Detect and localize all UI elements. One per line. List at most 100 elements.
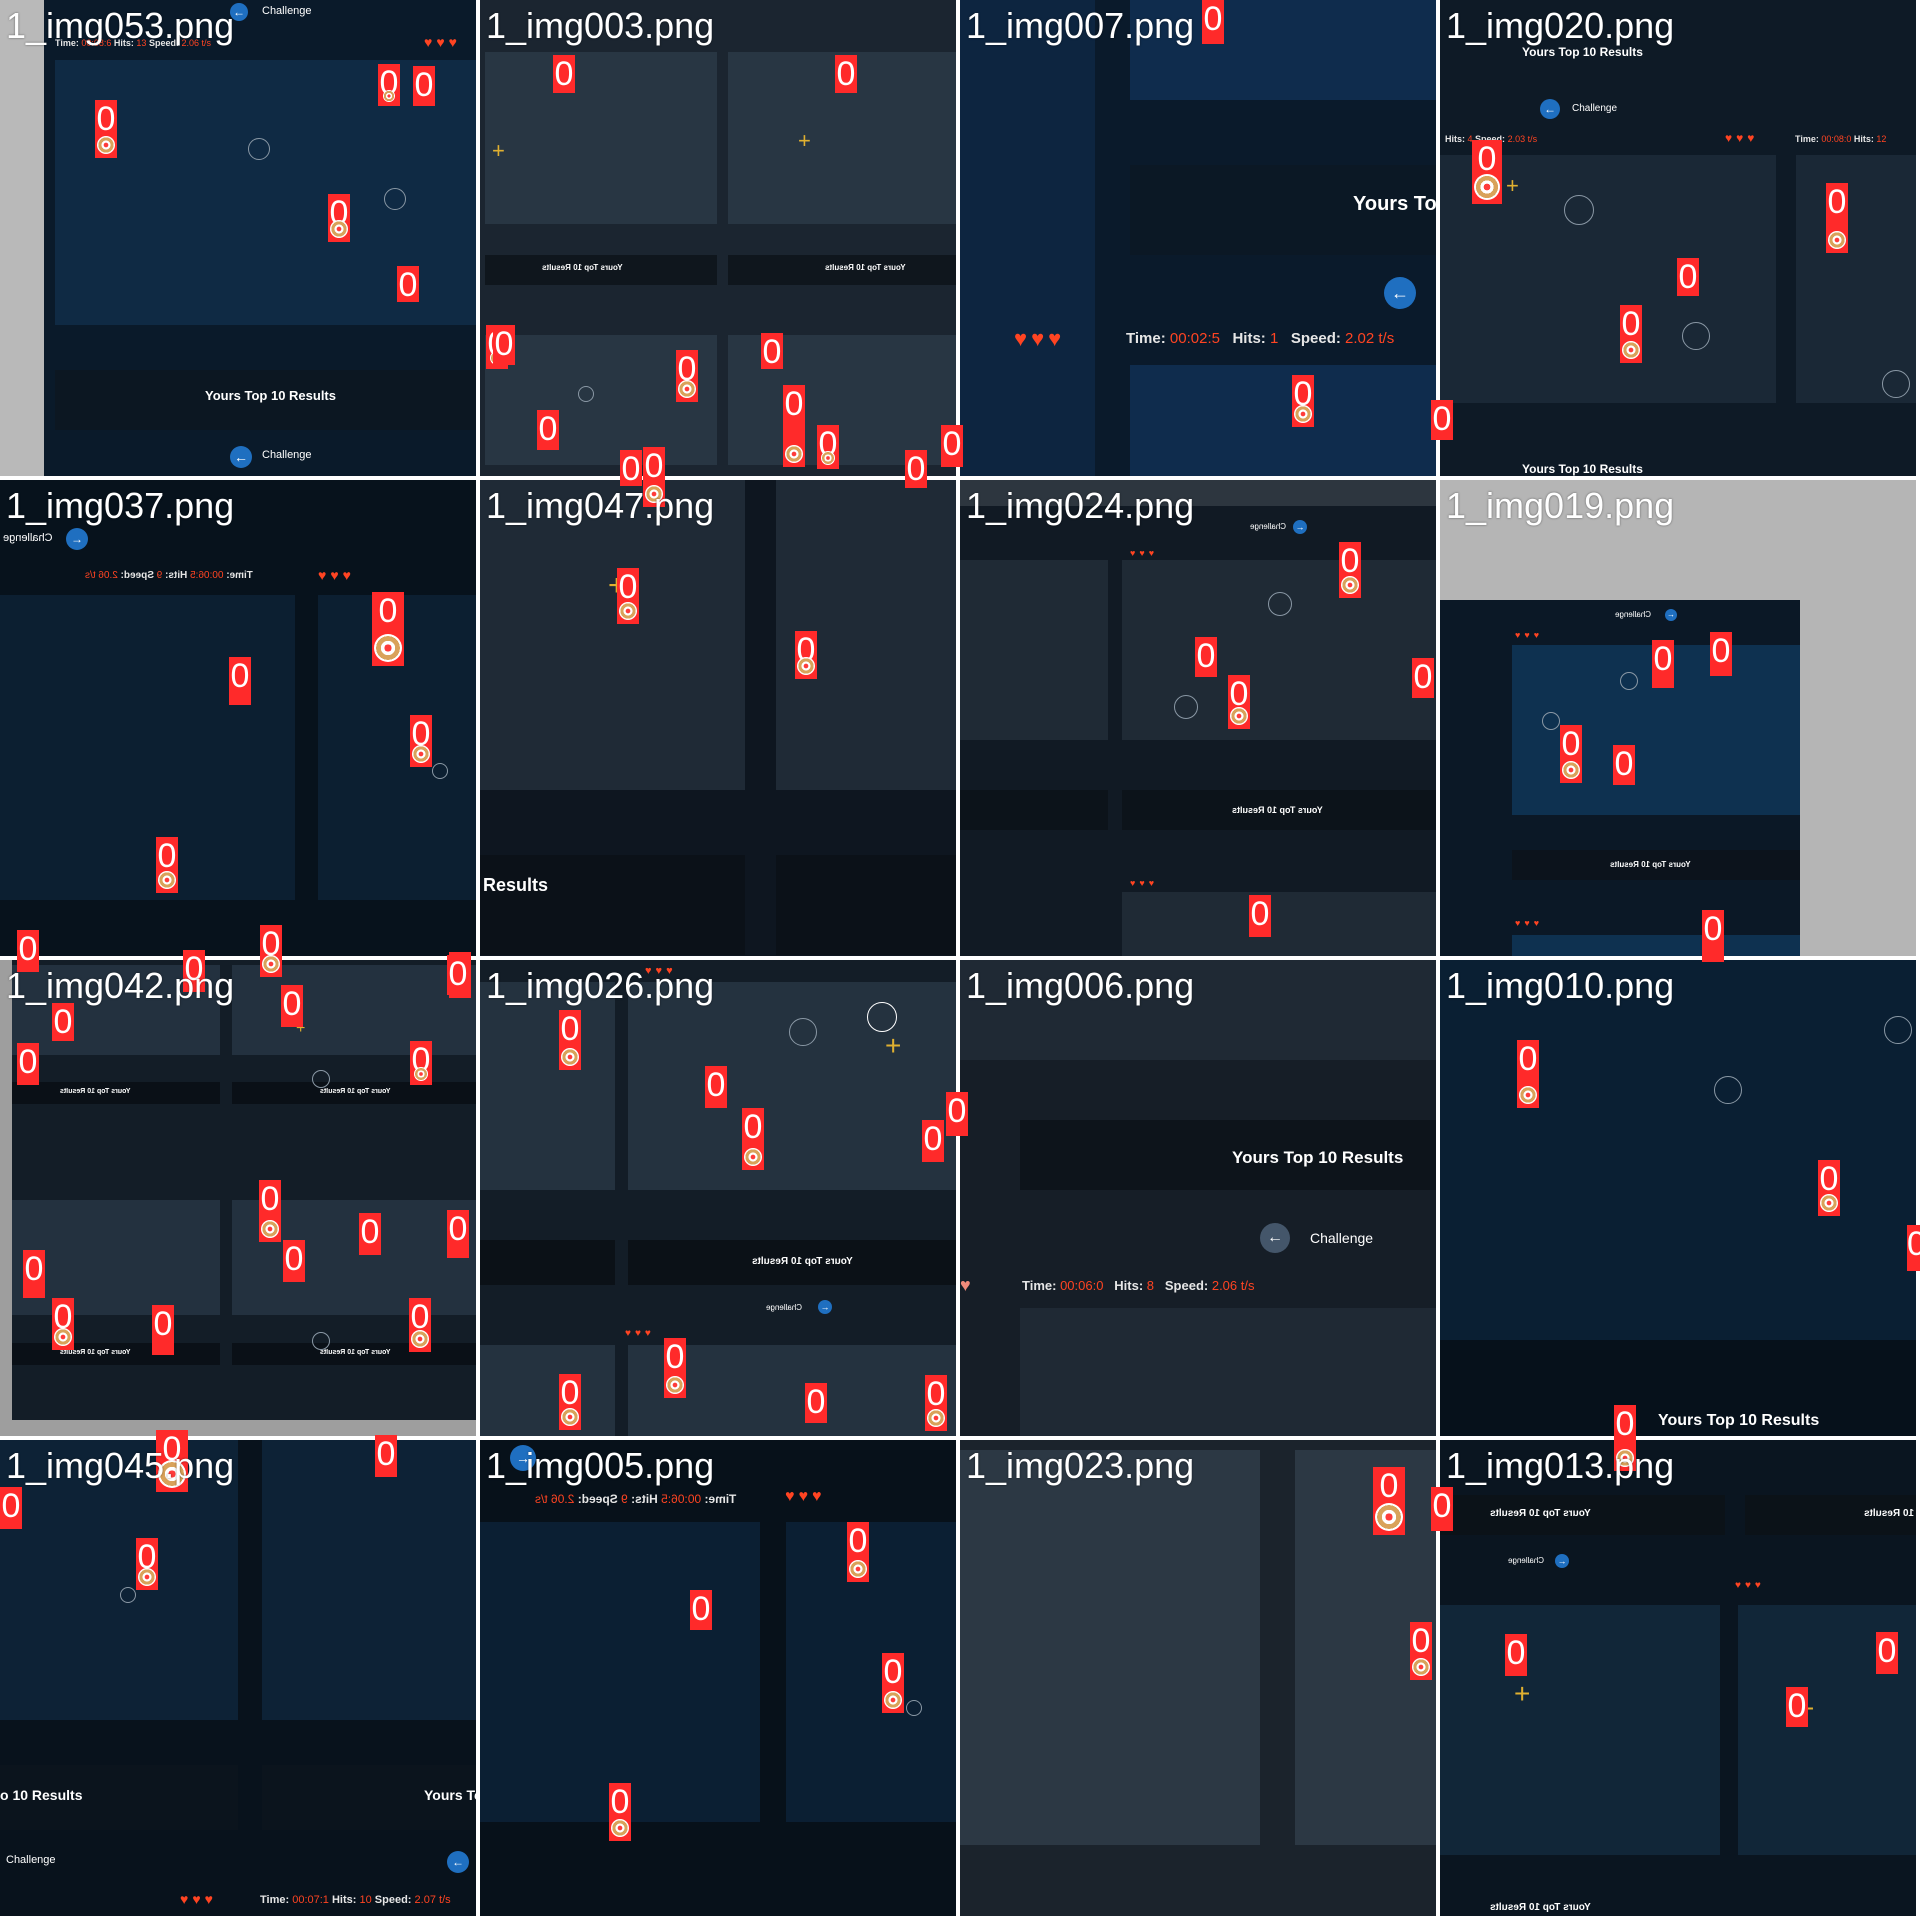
lives-hearts: ♥♥♥ xyxy=(1515,918,1544,928)
game-area xyxy=(1122,560,1436,740)
target-ring xyxy=(1882,370,1910,398)
results-title: Yours Top 10 Results xyxy=(1658,1412,1820,1429)
game-area xyxy=(728,52,956,224)
game-area xyxy=(728,335,956,465)
back-arrow-icon[interactable]: ← xyxy=(447,1851,469,1873)
game-area xyxy=(1020,1308,1436,1436)
tile-img023[interactable] xyxy=(960,1440,1436,1916)
back-arrow-icon[interactable]: → xyxy=(1555,1554,1569,1568)
back-arrow-icon[interactable]: → xyxy=(1293,520,1307,534)
target-ring xyxy=(1884,1016,1912,1044)
tile-img019[interactable]: Challenge → ♥♥♥ Yours Top 10 Results ♥♥♥ xyxy=(1440,480,1916,956)
lives-hearts: ♥♥♥ xyxy=(785,1488,826,1505)
game-area xyxy=(262,1440,476,1720)
tile-img003[interactable]: Yours Top 10 Results Yours Top 10 Result… xyxy=(480,0,956,476)
tile-img047[interactable]: Results + xyxy=(480,480,956,956)
target-ring xyxy=(789,1018,817,1046)
tile-img053[interactable]: Yours Top 10 Results ← Challenge ← Chall… xyxy=(0,0,476,476)
back-arrow-icon[interactable]: → xyxy=(818,1300,832,1314)
tile-img042[interactable]: Yours Top 10 Results Yours Top 10 Result… xyxy=(0,960,476,1436)
game-area xyxy=(480,982,615,1190)
tile-img026[interactable]: ♥♥♥ + Yours Top 10 Results Challenge → ♥… xyxy=(480,960,956,1436)
target-ring xyxy=(120,1587,136,1603)
stats-bar: Time: 00:06:5 Hits: 9 Speed: 2.06 t/s xyxy=(85,570,253,581)
target-ring xyxy=(1682,322,1710,350)
results-title: Yours Top 10 Results xyxy=(1490,1902,1591,1913)
challenge-label: Challenge xyxy=(6,1854,56,1866)
results-title: Yours Top 10 Results xyxy=(1864,1508,1916,1519)
lives-hearts: ♥ xyxy=(960,1275,975,1295)
game-area xyxy=(1738,1605,1916,1855)
tile-img037[interactable]: → Challenge Time: 00:06:5 Hits: 9 Speed:… xyxy=(0,480,476,956)
tile-img013[interactable]: Yours Top 10 Results Yours Top 10 Result… xyxy=(1440,1440,1916,1916)
target-ring xyxy=(578,386,594,402)
game-area xyxy=(1295,1450,1436,1845)
challenge-label: Challenge xyxy=(1615,610,1652,619)
tile-img010[interactable]: Yours Top 10 Results xyxy=(1440,960,1916,1436)
results-title: Yours Top 10 Results xyxy=(1522,462,1643,476)
game-area xyxy=(1512,935,1800,956)
results-panel xyxy=(480,1240,615,1285)
lives-hearts: ♥♥♥ xyxy=(180,1891,217,1907)
game-area xyxy=(1512,645,1800,815)
back-arrow-icon[interactable]: ← xyxy=(1260,1223,1290,1253)
game-area xyxy=(1122,892,1436,956)
game-area xyxy=(232,965,476,1055)
target-ring xyxy=(384,188,406,210)
target-ring xyxy=(1542,712,1560,730)
game-area xyxy=(628,982,956,1190)
results-title: o 10 Results xyxy=(0,1787,83,1803)
crosshair-icon: + xyxy=(1798,1693,1815,1724)
game-area xyxy=(232,1200,476,1315)
top-strip xyxy=(960,480,1436,506)
crosshair-icon: + xyxy=(492,138,505,163)
back-arrow-icon[interactable]: ← xyxy=(230,446,252,468)
stats-bar: Time: 00:02:5 Hits: 1 Speed: 2.02 t/s xyxy=(1126,330,1395,347)
back-arrow-icon[interactable]: → xyxy=(1665,609,1677,621)
game-area xyxy=(1440,960,1916,1340)
challenge-label: Challenge xyxy=(1508,1556,1545,1565)
tile-img006[interactable]: Yours Top 10 Results ← Challenge ♥ Time:… xyxy=(960,960,1436,1436)
lives-hearts: ♥♥♥ xyxy=(645,965,677,977)
results-title: Yours Top 10 Results xyxy=(320,1088,391,1095)
back-arrow-icon[interactable]: ← xyxy=(1384,277,1416,309)
target-ring xyxy=(1564,195,1594,225)
game-area xyxy=(0,595,295,900)
results-title: Yours Top 10 Results xyxy=(825,263,906,272)
stats-bar: Hits: 4 Speed: 2.03 t/s xyxy=(1445,134,1538,144)
results-title: Yours Top 10 Results xyxy=(205,388,336,403)
lives-hearts: ♥♥♥ xyxy=(424,34,461,50)
game-area xyxy=(1796,155,1916,403)
tile-img020[interactable]: Yours Top 10 Results ← Challenge Hits: 4… xyxy=(1440,0,1916,476)
back-arrow-icon[interactable]: → xyxy=(66,528,88,550)
results-title: Yours Top 10 Results xyxy=(1610,860,1691,869)
target-ring xyxy=(312,1332,330,1350)
target-ring xyxy=(1620,672,1638,690)
tile-img045[interactable]: o 10 Results Yours Top Challenge ← ♥♥♥ T… xyxy=(0,1440,476,1916)
results-title: Yours Top 10 Results xyxy=(60,1349,131,1356)
target-ring xyxy=(312,1070,330,1088)
tile-img005[interactable]: → Time: 00:06:5 Hits: 9 Speed: 2.06 t/s … xyxy=(480,1440,956,1916)
results-title: Yours Top 10 Results xyxy=(542,263,623,272)
back-arrow-icon[interactable]: ← xyxy=(230,3,248,21)
stats-bar: Time: 00:08:0 Hits: 12 xyxy=(1795,134,1887,144)
back-arrow-icon[interactable]: ← xyxy=(1540,99,1560,119)
challenge-label: Challenge xyxy=(1250,522,1287,531)
crosshair-icon: + xyxy=(885,1030,902,1061)
results-panel xyxy=(776,855,956,955)
results-title: Yours Top 10 Results xyxy=(752,1256,853,1267)
tile-img024[interactable]: Challenge → Yours Top 10 Results ♥♥♥ ♥♥♥ xyxy=(960,480,1436,956)
target-ring xyxy=(867,1002,897,1032)
tile-img007[interactable]: Yours Top ← ♥♥♥ Time: 00:02:5 Hits: 1 Sp… xyxy=(960,0,1436,476)
target-ring xyxy=(432,763,448,779)
lives-hearts: ♥♥♥ xyxy=(1725,131,1759,145)
game-area xyxy=(960,1450,1260,1845)
game-area xyxy=(318,595,476,900)
stats-bar: Time: 00:06:5 Hits: 9 Speed: 2.06 t/s xyxy=(535,1492,737,1506)
back-arrow-icon[interactable]: → xyxy=(510,1445,536,1471)
crosshair-icon: + xyxy=(296,1020,306,1037)
lives-hearts: ♥♥♥ xyxy=(625,1328,655,1339)
stats-bar: Time: 00:08:6 Hits: 13 Speed: 2.06 t/s xyxy=(55,38,212,48)
results-title: Yours Top 10 Results xyxy=(60,1088,131,1095)
target-ring xyxy=(1174,695,1198,719)
